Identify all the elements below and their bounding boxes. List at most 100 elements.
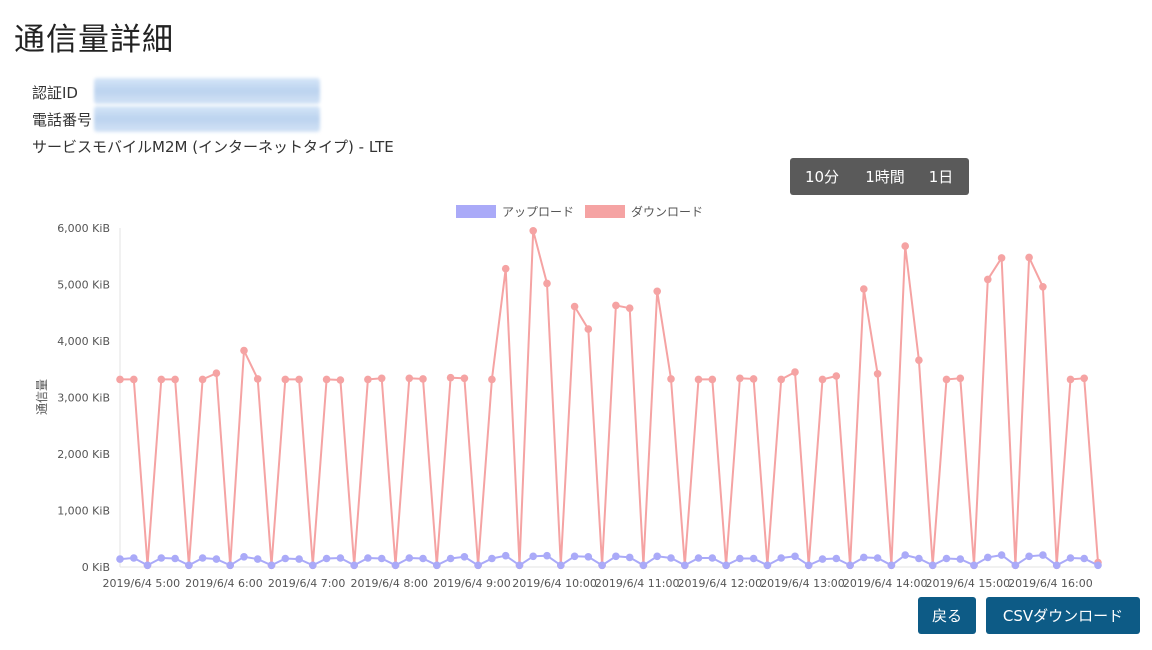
data-point-download[interactable] <box>584 325 593 333</box>
data-point-upload[interactable] <box>116 555 124 563</box>
data-point-download[interactable] <box>240 346 248 355</box>
data-point-upload[interactable] <box>984 553 992 562</box>
data-point-download[interactable] <box>295 375 303 384</box>
data-point-download[interactable] <box>736 374 744 383</box>
data-point-upload[interactable] <box>1080 554 1088 563</box>
data-point-download[interactable] <box>956 374 965 383</box>
data-point-upload[interactable] <box>942 554 951 563</box>
data-point-upload[interactable] <box>529 552 537 561</box>
data-point-download[interactable] <box>984 275 992 284</box>
data-point-download[interactable] <box>860 285 868 293</box>
data-point-upload[interactable] <box>681 561 689 570</box>
data-point-download[interactable] <box>171 375 179 384</box>
data-point-upload[interactable] <box>928 561 937 570</box>
data-point-download[interactable] <box>1039 283 1047 291</box>
data-point-download[interactable] <box>198 375 207 384</box>
data-point-download[interactable] <box>212 369 221 378</box>
data-point-upload[interactable] <box>226 561 234 570</box>
data-point-upload[interactable] <box>322 554 331 563</box>
data-point-upload[interactable] <box>377 554 386 563</box>
data-point-upload[interactable] <box>543 551 551 560</box>
data-point-upload[interactable] <box>1094 561 1102 570</box>
range-button-1day[interactable]: 1日 <box>916 166 966 187</box>
data-point-upload[interactable] <box>309 561 317 570</box>
data-point-upload[interactable] <box>818 555 827 563</box>
data-point-upload[interactable] <box>804 561 813 570</box>
data-point-upload[interactable] <box>240 553 248 561</box>
data-point-download[interactable] <box>130 375 138 384</box>
data-point-upload[interactable] <box>253 555 262 563</box>
data-point-upload[interactable] <box>364 554 372 562</box>
data-point-upload[interactable] <box>212 555 221 563</box>
data-point-download[interactable] <box>460 374 469 383</box>
data-point-upload[interactable] <box>584 553 593 561</box>
range-button-10min[interactable]: 10分 <box>790 166 854 187</box>
data-point-download[interactable] <box>901 242 909 250</box>
data-point-upload[interactable] <box>474 561 482 570</box>
data-point-download[interactable] <box>446 373 455 382</box>
data-point-upload[interactable] <box>171 554 179 563</box>
data-point-upload[interactable] <box>198 554 207 562</box>
data-point-upload[interactable] <box>130 554 138 562</box>
data-point-upload[interactable] <box>722 561 730 570</box>
data-point-upload[interactable] <box>1011 561 1020 570</box>
data-point-download[interactable] <box>405 374 414 383</box>
data-point-download[interactable] <box>942 375 951 384</box>
data-point-upload[interactable] <box>405 554 414 562</box>
data-point-upload[interactable] <box>350 561 359 570</box>
data-point-download[interactable] <box>501 264 510 273</box>
data-point-upload[interactable] <box>777 554 785 562</box>
data-point-download[interactable] <box>997 254 1006 262</box>
data-point-upload[interactable] <box>997 551 1006 559</box>
csv-download-button[interactable]: CSVダウンロード <box>986 597 1140 634</box>
data-point-download[interactable] <box>1080 374 1088 383</box>
data-point-upload[interactable] <box>1039 551 1047 559</box>
data-point-upload[interactable] <box>1025 552 1033 561</box>
data-point-upload[interactable] <box>832 554 841 563</box>
data-point-upload[interactable] <box>970 561 978 570</box>
data-point-download[interactable] <box>777 375 785 384</box>
data-point-upload[interactable] <box>846 561 854 570</box>
data-point-upload[interactable] <box>281 554 290 563</box>
data-point-download[interactable] <box>543 279 551 288</box>
data-point-upload[interactable] <box>956 555 965 563</box>
data-point-upload[interactable] <box>267 561 276 570</box>
data-point-upload[interactable] <box>749 554 758 563</box>
data-point-upload[interactable] <box>1066 554 1075 562</box>
data-point-upload[interactable] <box>763 561 772 570</box>
data-point-download[interactable] <box>281 375 290 384</box>
data-point-download[interactable] <box>529 227 537 235</box>
data-point-download[interactable] <box>667 375 675 383</box>
data-point-upload[interactable] <box>143 561 152 570</box>
data-point-upload[interactable] <box>901 551 909 559</box>
data-point-download[interactable] <box>653 287 661 296</box>
data-point-upload[interactable] <box>694 554 703 562</box>
data-point-upload[interactable] <box>419 554 427 563</box>
back-button[interactable]: 戻る <box>918 597 976 634</box>
data-point-upload[interactable] <box>639 561 648 570</box>
data-point-download[interactable] <box>1025 253 1033 262</box>
data-point-upload[interactable] <box>653 552 661 561</box>
data-point-download[interactable] <box>488 375 496 384</box>
data-point-upload[interactable] <box>667 554 675 562</box>
data-point-upload[interactable] <box>887 561 896 570</box>
data-point-upload[interactable] <box>295 555 303 563</box>
data-point-upload[interactable] <box>433 561 441 570</box>
data-point-upload[interactable] <box>612 552 620 561</box>
data-point-upload[interactable] <box>501 551 510 560</box>
data-point-download[interactable] <box>915 356 923 365</box>
data-point-upload[interactable] <box>336 554 345 562</box>
data-point-download[interactable] <box>364 375 372 384</box>
data-point-upload[interactable] <box>557 561 565 570</box>
data-point-upload[interactable] <box>157 554 166 562</box>
data-point-download[interactable] <box>749 375 758 383</box>
data-point-upload[interactable] <box>736 554 744 563</box>
data-point-download[interactable] <box>157 375 166 384</box>
data-point-upload[interactable] <box>185 561 193 570</box>
data-point-upload[interactable] <box>460 553 469 561</box>
data-point-upload[interactable] <box>860 553 868 562</box>
range-button-1hour[interactable]: 1時間 <box>854 166 916 187</box>
data-point-upload[interactable] <box>915 554 923 563</box>
data-point-download[interactable] <box>116 375 124 384</box>
data-point-upload[interactable] <box>515 561 524 570</box>
